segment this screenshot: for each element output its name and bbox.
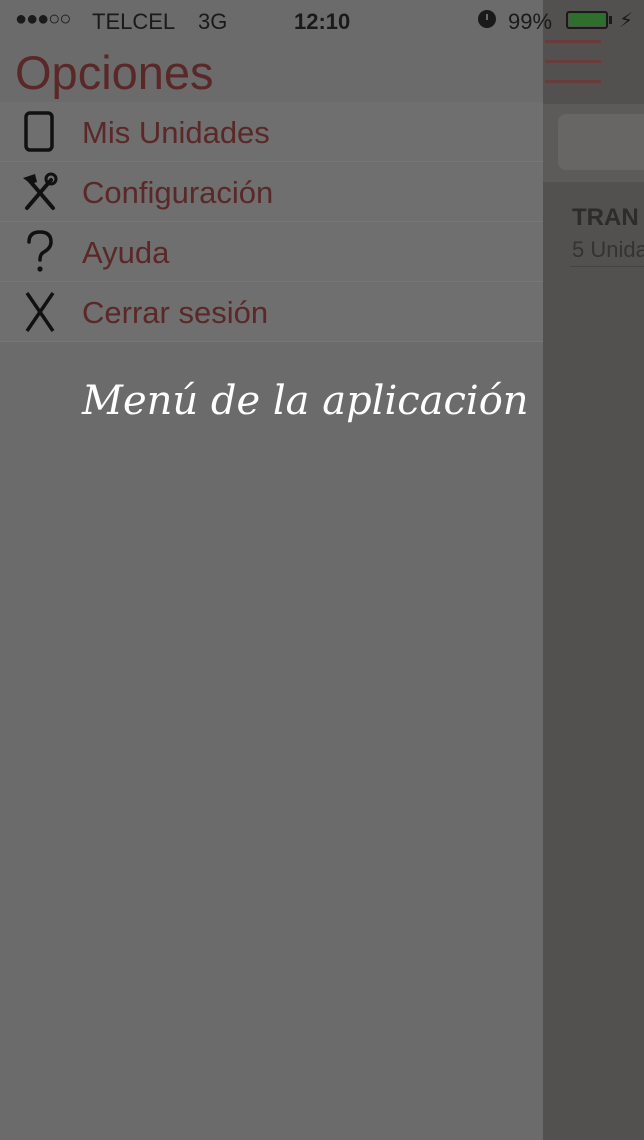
background-row-subtitle: 5 Unida <box>572 237 644 262</box>
hamburger-menu-icon[interactable] <box>545 38 601 86</box>
menu-item-cerrar-sesion[interactable]: Cerrar sesión <box>0 282 543 342</box>
menu-item-label: Configuración <box>82 175 274 210</box>
signal-strength-icon: ●●●○○ <box>15 8 71 30</box>
background-row-divider <box>570 266 644 267</box>
menu-item-configuracion[interactable]: Configuración <box>0 162 543 222</box>
caption-annotation: Menú de la aplicación <box>82 378 529 424</box>
menu-title: Opciones <box>15 46 214 99</box>
background-list-item[interactable]: TRAN 5 Unida <box>543 182 644 268</box>
question-icon <box>17 230 63 274</box>
carrier-name: TELCEL <box>92 9 176 34</box>
lightning-icon: ⚡ <box>619 10 634 32</box>
background-row-title: TRAN <box>572 204 639 231</box>
menu-item-label: Ayuda <box>82 235 170 270</box>
network-type: 3G <box>198 9 228 34</box>
side-menu: Opciones Mis Unidades Configuración Ayud… <box>0 0 543 1140</box>
menu-item-label: Mis Unidades <box>82 115 270 150</box>
menu-list: Mis Unidades Configuración Ayuda Cerrar … <box>0 102 543 342</box>
status-bar: ●●●○○ TELCEL 3G 12:10 99% ⚡ <box>0 0 644 42</box>
menu-item-ayuda[interactable]: Ayuda <box>0 222 543 282</box>
alarm-clock-icon <box>478 10 496 28</box>
background-app: TRAN 5 Unida <box>543 0 644 1140</box>
battery-level-fill <box>569 14 605 26</box>
close-x-icon <box>17 290 63 334</box>
status-time: 12:10 <box>294 9 351 34</box>
menu-item-mis-unidades[interactable]: Mis Unidades <box>0 102 543 162</box>
tools-icon <box>17 170 63 214</box>
background-search-box[interactable] <box>558 114 644 170</box>
battery-icon <box>566 11 608 29</box>
battery-tip <box>609 16 612 24</box>
tablet-icon <box>17 110 63 154</box>
battery-percentage: 99% <box>508 9 553 34</box>
menu-item-label: Cerrar sesión <box>82 295 269 330</box>
